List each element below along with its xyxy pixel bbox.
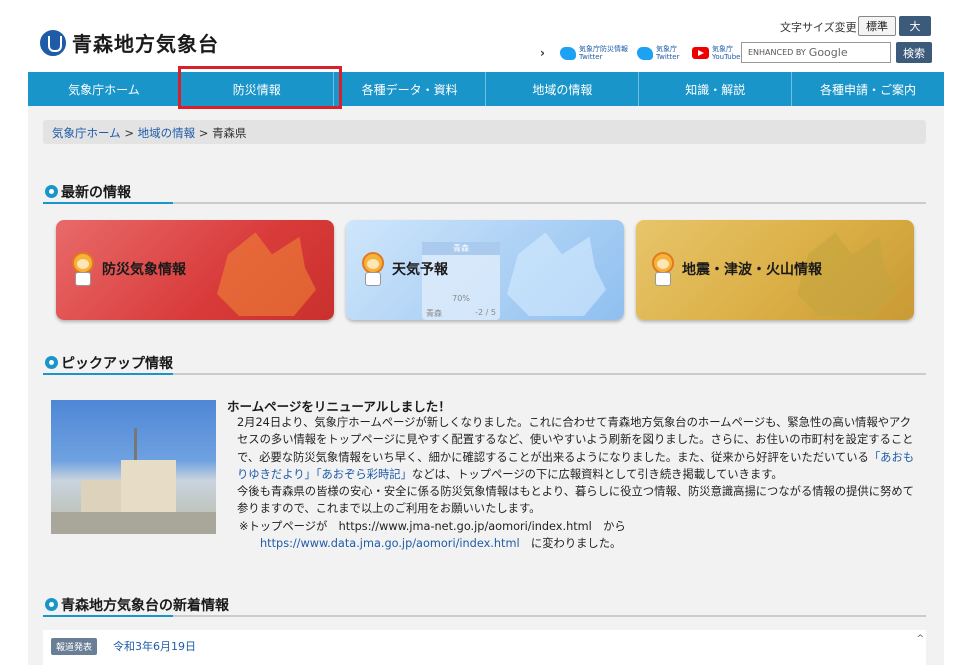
card-earthquake-tsunami-volcano[interactable]: 地震・津波・火山情報 xyxy=(636,220,914,320)
site-title[interactable]: 青森地方気象台 xyxy=(72,28,219,57)
sns-youtube-jma[interactable]: 気象庁 YouTube xyxy=(692,43,740,63)
pickup-heading: ピックアップ情報 xyxy=(43,351,926,375)
card-disaster-weather[interactable]: 防災気象情報 xyxy=(56,220,334,320)
observatory-building-photo xyxy=(51,400,216,534)
twitter-icon xyxy=(560,46,576,60)
news-heading: 青森地方気象台の新着情報 xyxy=(43,593,926,617)
breadcrumb-current: 青森県 xyxy=(212,126,247,140)
new-url-link[interactable]: https://www.data.jma.go.jp/aomori/index.… xyxy=(260,537,520,550)
breadcrumb-region-link[interactable]: 地域の情報 xyxy=(138,126,196,140)
card-weather-forecast[interactable]: 青森 70% 青森 -2 / 5 天気予報 xyxy=(346,220,624,320)
url-change-note-2: https://www.data.jma.go.jp/aomori/index.… xyxy=(260,537,622,550)
aozora-saijiki-link[interactable]: 「あおぞら彩時記」 xyxy=(316,468,412,481)
bullet-icon xyxy=(45,185,58,198)
section-title: ピックアップ情報 xyxy=(61,356,173,372)
page: 青森地方気象台 文字サイズ変更 標準 大 › 気象庁防災情報 Twitter 気象… xyxy=(28,8,944,665)
aomori-map-icon xyxy=(507,232,606,316)
card-label: 地震・津波・火山情報 xyxy=(682,262,822,278)
search-input[interactable]: ENHANCED BY Google xyxy=(741,42,891,63)
scroll-up-icon[interactable]: ^ xyxy=(916,634,924,644)
bullet-icon xyxy=(45,356,58,369)
card-label: 防災気象情報 xyxy=(102,262,186,278)
mascot-icon xyxy=(648,252,678,288)
nav-item-knowledge[interactable]: 知識・解説 xyxy=(639,72,793,106)
sns-twitter-bosai[interactable]: 気象庁防災情報 Twitter xyxy=(560,43,628,63)
header: 青森地方気象台 文字サイズ変更 標準 大 › 気象庁防災情報 Twitter 気象… xyxy=(28,8,944,72)
mascot-icon xyxy=(68,252,98,288)
aomori-map-icon xyxy=(217,232,316,316)
url-change-note: ※トップページが https://www.jma-net.go.jp/aomor… xyxy=(239,520,626,533)
twitter-icon xyxy=(637,46,653,60)
nav-item-applications[interactable]: 各種申請・ご案内 xyxy=(792,72,944,106)
global-nav: 気象庁ホーム 防災情報 各種データ・資料 地域の情報 知識・解説 各種申請・ご案… xyxy=(28,72,944,106)
card-label: 天気予報 xyxy=(392,262,448,278)
mascot-icon xyxy=(358,252,388,288)
font-size-label: 文字サイズ変更 xyxy=(780,21,857,34)
nav-highlight-box xyxy=(178,66,342,109)
sns-arrow-icon: › xyxy=(540,46,545,60)
nav-item-jma-home[interactable]: 気象庁ホーム xyxy=(28,72,181,106)
pickup-body: 2月24日より、気象庁ホームページが新しくなりました。これに合わせて青森地方気象… xyxy=(237,416,915,516)
news-date-link[interactable]: 令和3年6月19日 xyxy=(113,638,196,654)
nav-item-data[interactable]: 各種データ・資料 xyxy=(334,72,487,106)
section-title: 青森地方気象台の新着情報 xyxy=(61,598,229,614)
news-list: 報道発表 令和3年6月19日 ^ xyxy=(43,630,926,665)
font-size-standard-button[interactable]: 標準 xyxy=(858,16,896,36)
latest-info-heading: 最新の情報 xyxy=(43,180,926,204)
section-title: 最新の情報 xyxy=(61,185,131,201)
weather-mini-panel: 青森 70% 青森 -2 / 5 xyxy=(422,242,500,320)
font-size-large-button[interactable]: 大 xyxy=(899,16,931,36)
sns-twitter-jma[interactable]: 気象庁 Twitter xyxy=(637,43,679,63)
nav-item-regional-info[interactable]: 地域の情報 xyxy=(486,72,640,106)
jma-logo-icon[interactable] xyxy=(40,30,66,56)
pickup-headline: ホームページをリニューアルしました！ xyxy=(227,399,451,414)
search-button[interactable]: 検索 xyxy=(896,42,932,63)
youtube-icon xyxy=(692,47,709,59)
news-badge: 報道発表 xyxy=(51,638,98,655)
breadcrumb: 気象庁ホーム > 地域の情報 > 青森県 xyxy=(43,120,926,144)
bullet-icon xyxy=(45,598,58,611)
breadcrumb-home-link[interactable]: 気象庁ホーム xyxy=(52,126,121,140)
